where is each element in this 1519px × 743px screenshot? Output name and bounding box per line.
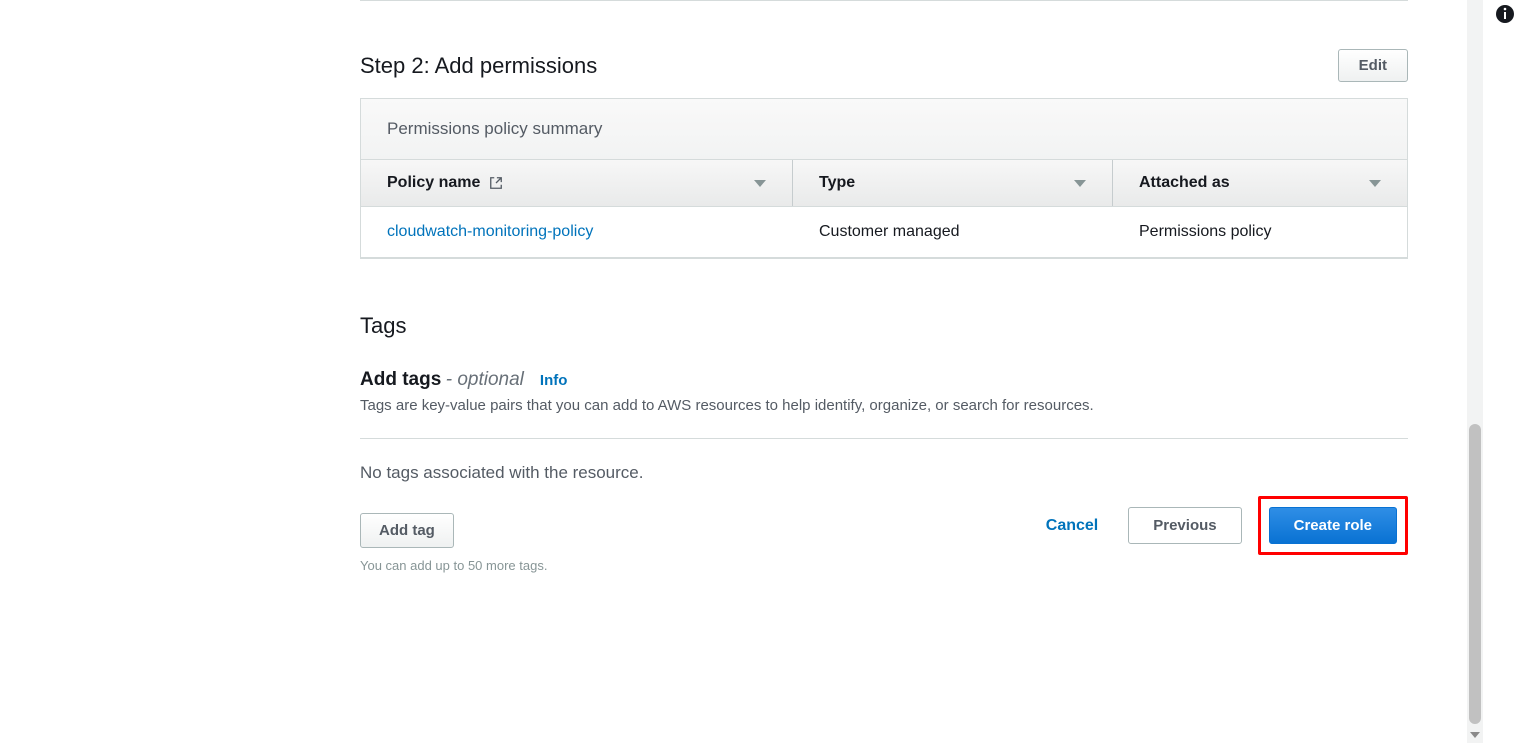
scrollbar-track[interactable] (1467, 0, 1483, 743)
optional-label: - optional (446, 369, 524, 390)
sort-icon (1074, 180, 1086, 187)
external-link-icon (489, 176, 503, 190)
footer-buttons: Cancel Previous Create role (1032, 496, 1408, 555)
policy-summary-box: Permissions policy summary Policy name T… (360, 99, 1408, 259)
create-role-highlight: Create role (1258, 496, 1408, 555)
step-header: Step 2: Add permissions Edit (360, 49, 1408, 99)
column-policy-name-label: Policy name (387, 174, 480, 191)
previous-button[interactable]: Previous (1128, 507, 1241, 544)
edit-button[interactable]: Edit (1338, 49, 1408, 82)
column-policy-name[interactable]: Policy name (361, 160, 793, 206)
policy-table-header: Policy name Type Attached as (361, 160, 1407, 207)
top-divider (360, 0, 1408, 1)
sort-icon (1369, 180, 1381, 187)
cancel-button[interactable]: Cancel (1032, 507, 1112, 545)
add-tags-label: Add tags (360, 369, 441, 390)
policy-summary-header: Permissions policy summary (361, 99, 1407, 160)
policy-type-cell: Customer managed (793, 207, 1113, 257)
column-attached-label: Attached as (1139, 174, 1230, 192)
scrollbar-thumb[interactable] (1469, 424, 1481, 724)
policy-name-link[interactable]: cloudwatch-monitoring-policy (387, 223, 593, 240)
column-attached-as[interactable]: Attached as (1113, 160, 1407, 206)
info-panel-icon[interactable] (1495, 4, 1515, 24)
create-role-button[interactable]: Create role (1269, 507, 1397, 544)
table-row: cloudwatch-monitoring-policy Customer ma… (361, 207, 1407, 258)
step-title: Step 2: Add permissions (360, 53, 597, 79)
info-link[interactable]: Info (540, 372, 568, 389)
policy-name-cell: cloudwatch-monitoring-policy (361, 207, 793, 257)
sort-icon (754, 180, 766, 187)
column-type[interactable]: Type (793, 160, 1113, 206)
tags-description: Tags are key-value pairs that you can ad… (360, 397, 1408, 414)
tags-hint: You can add up to 50 more tags. (360, 558, 1408, 573)
add-tags-header: Add tags - optional Info (360, 369, 1408, 391)
column-type-label: Type (819, 174, 855, 192)
add-tag-button[interactable]: Add tag (360, 513, 454, 548)
scroll-arrow-down-icon[interactable] (1467, 727, 1483, 743)
no-tags-text: No tags associated with the resource. (360, 463, 1408, 483)
policy-attached-cell: Permissions policy (1113, 207, 1407, 257)
main-content: Step 2: Add permissions Edit Permissions… (360, 0, 1408, 573)
tags-heading: Tags (360, 313, 1408, 339)
